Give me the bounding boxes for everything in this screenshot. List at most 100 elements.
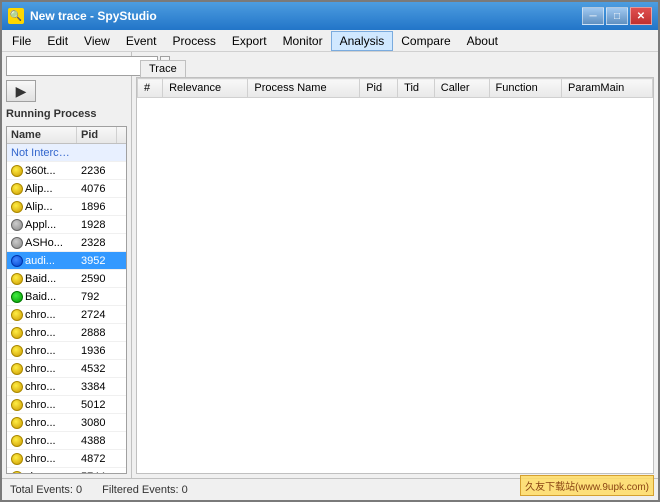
process-icon bbox=[11, 399, 23, 411]
process-name-cell: Appl... bbox=[7, 218, 77, 232]
process-name-cell: chro... bbox=[7, 452, 77, 466]
process-name-cell: Alip... bbox=[7, 200, 77, 214]
process-name-text: Baid... bbox=[25, 273, 56, 285]
process-pid-cell: 1928 bbox=[77, 218, 117, 232]
col-pid: Pid bbox=[360, 79, 398, 98]
trace-tab[interactable]: Trace bbox=[140, 60, 186, 77]
process-name-text: 360t... bbox=[25, 165, 56, 177]
process-name-text: chro... bbox=[25, 327, 56, 339]
process-icon bbox=[11, 345, 23, 357]
menu-process[interactable]: Process bbox=[165, 31, 224, 51]
process-row[interactable]: chro...3080 bbox=[7, 414, 126, 432]
window-title: New trace - SpyStudio bbox=[30, 9, 157, 23]
process-name-cell: ASHo... bbox=[7, 236, 77, 250]
process-name-text: chro... bbox=[25, 363, 56, 375]
process-pid-cell: 4388 bbox=[77, 434, 117, 448]
process-name-cell: Not Intercept... bbox=[7, 146, 77, 160]
process-name-cell: chro... bbox=[7, 398, 77, 412]
process-row[interactable]: chro...1936 bbox=[7, 342, 126, 360]
process-row[interactable]: chro...2724 bbox=[7, 306, 126, 324]
menu-analysis[interactable]: Analysis bbox=[331, 31, 394, 51]
process-name-text: Alip... bbox=[25, 183, 53, 195]
process-pid-cell: 792 bbox=[77, 290, 117, 304]
process-row[interactable]: Alip... 4076 bbox=[7, 180, 126, 198]
process-table[interactable]: Name Pid Not Intercept...360t...2236Alip… bbox=[6, 126, 127, 474]
process-row[interactable]: Alip... 1896 bbox=[7, 198, 126, 216]
trace-header-row: # Relevance Process Name Pid Tid Caller … bbox=[138, 79, 653, 98]
process-icon bbox=[11, 309, 23, 321]
process-pid-cell: 5744 bbox=[77, 470, 117, 475]
process-pid-cell: 1936 bbox=[77, 344, 117, 358]
process-name-cell: chro... bbox=[7, 416, 77, 430]
process-icon bbox=[11, 201, 23, 213]
process-row[interactable]: Appl... 1928 bbox=[7, 216, 126, 234]
process-icon bbox=[11, 255, 23, 267]
process-row[interactable]: chro... 4872 bbox=[7, 450, 126, 468]
process-pid-cell bbox=[77, 152, 117, 154]
process-icon bbox=[11, 273, 23, 285]
process-name-text: Appl... bbox=[25, 219, 56, 231]
process-row[interactable]: chro...4388 bbox=[7, 432, 126, 450]
right-panel: Trace # Relevance Process Name Pid Tid C… bbox=[132, 52, 658, 478]
process-pid-cell: 4076 bbox=[77, 182, 117, 196]
menu-bar: File Edit View Event Process Export Moni… bbox=[2, 30, 658, 52]
title-bar: 🔍 New trace - SpyStudio ─ □ ✕ bbox=[2, 2, 658, 30]
process-row[interactable]: ASHo...2328 bbox=[7, 234, 126, 252]
col-name-header: Name bbox=[7, 127, 77, 143]
col-hash: # bbox=[138, 79, 163, 98]
process-icon bbox=[11, 183, 23, 195]
process-row[interactable]: 360t...2236 bbox=[7, 162, 126, 180]
process-name-text: chro... bbox=[25, 399, 56, 411]
minimize-button[interactable]: ─ bbox=[582, 7, 604, 25]
process-row[interactable]: Not Intercept... bbox=[7, 144, 126, 162]
process-name-cell: 360t... bbox=[7, 164, 77, 178]
filtered-events: Filtered Events: 0 bbox=[102, 484, 188, 496]
process-pid-cell: 4872 bbox=[77, 452, 117, 466]
process-name-cell: chro... bbox=[7, 434, 77, 448]
left-panel: ... ▶ Running Process Name Pid Not Inter… bbox=[2, 52, 132, 478]
process-name-text: Not Intercept... bbox=[11, 147, 73, 159]
trace-table: # Relevance Process Name Pid Tid Caller … bbox=[137, 78, 653, 98]
process-pid-cell: 5012 bbox=[77, 398, 117, 412]
process-row[interactable]: chro...4532 bbox=[7, 360, 126, 378]
process-icon bbox=[11, 363, 23, 375]
process-row[interactable]: Baid... 792 bbox=[7, 288, 126, 306]
process-pid-cell: 3952 bbox=[77, 254, 117, 268]
menu-file[interactable]: File bbox=[4, 31, 39, 51]
process-icon bbox=[11, 435, 23, 447]
process-icon bbox=[11, 327, 23, 339]
process-pid-cell: 3080 bbox=[77, 416, 117, 430]
search-row: ... bbox=[6, 56, 127, 76]
maximize-button[interactable]: □ bbox=[606, 7, 628, 25]
process-icon bbox=[11, 381, 23, 393]
process-row[interactable]: audi...3952 bbox=[7, 252, 126, 270]
process-name-text: Alip... bbox=[25, 201, 53, 213]
app-icon: 🔍 bbox=[8, 8, 24, 24]
process-name-text: Baid... bbox=[25, 291, 56, 303]
play-button[interactable]: ▶ bbox=[6, 80, 36, 102]
process-name-text: chro... bbox=[25, 453, 56, 465]
menu-monitor[interactable]: Monitor bbox=[275, 31, 331, 51]
process-icon bbox=[11, 471, 23, 475]
process-icon bbox=[11, 453, 23, 465]
process-row[interactable]: chro...5744 bbox=[7, 468, 126, 474]
process-row[interactable]: chro...3384 bbox=[7, 378, 126, 396]
process-pid-cell: 1896 bbox=[77, 200, 117, 214]
close-button[interactable]: ✕ bbox=[630, 7, 652, 25]
menu-event[interactable]: Event bbox=[118, 31, 165, 51]
menu-compare[interactable]: Compare bbox=[393, 31, 458, 51]
col-process-name: Process Name bbox=[248, 79, 360, 98]
total-events: Total Events: 0 bbox=[10, 484, 82, 496]
running-process-label: Running Process bbox=[6, 106, 127, 122]
menu-edit[interactable]: Edit bbox=[39, 31, 76, 51]
process-row[interactable]: chro...2888 bbox=[7, 324, 126, 342]
process-row[interactable]: Baid...2590 bbox=[7, 270, 126, 288]
process-pid-cell: 3384 bbox=[77, 380, 117, 394]
col-relevance: Relevance bbox=[163, 79, 248, 98]
process-row[interactable]: chro... 5012 bbox=[7, 396, 126, 414]
menu-view[interactable]: View bbox=[76, 31, 118, 51]
col-function: Function bbox=[489, 79, 561, 98]
menu-about[interactable]: About bbox=[459, 31, 506, 51]
trace-content: # Relevance Process Name Pid Tid Caller … bbox=[136, 77, 654, 474]
menu-export[interactable]: Export bbox=[224, 31, 275, 51]
